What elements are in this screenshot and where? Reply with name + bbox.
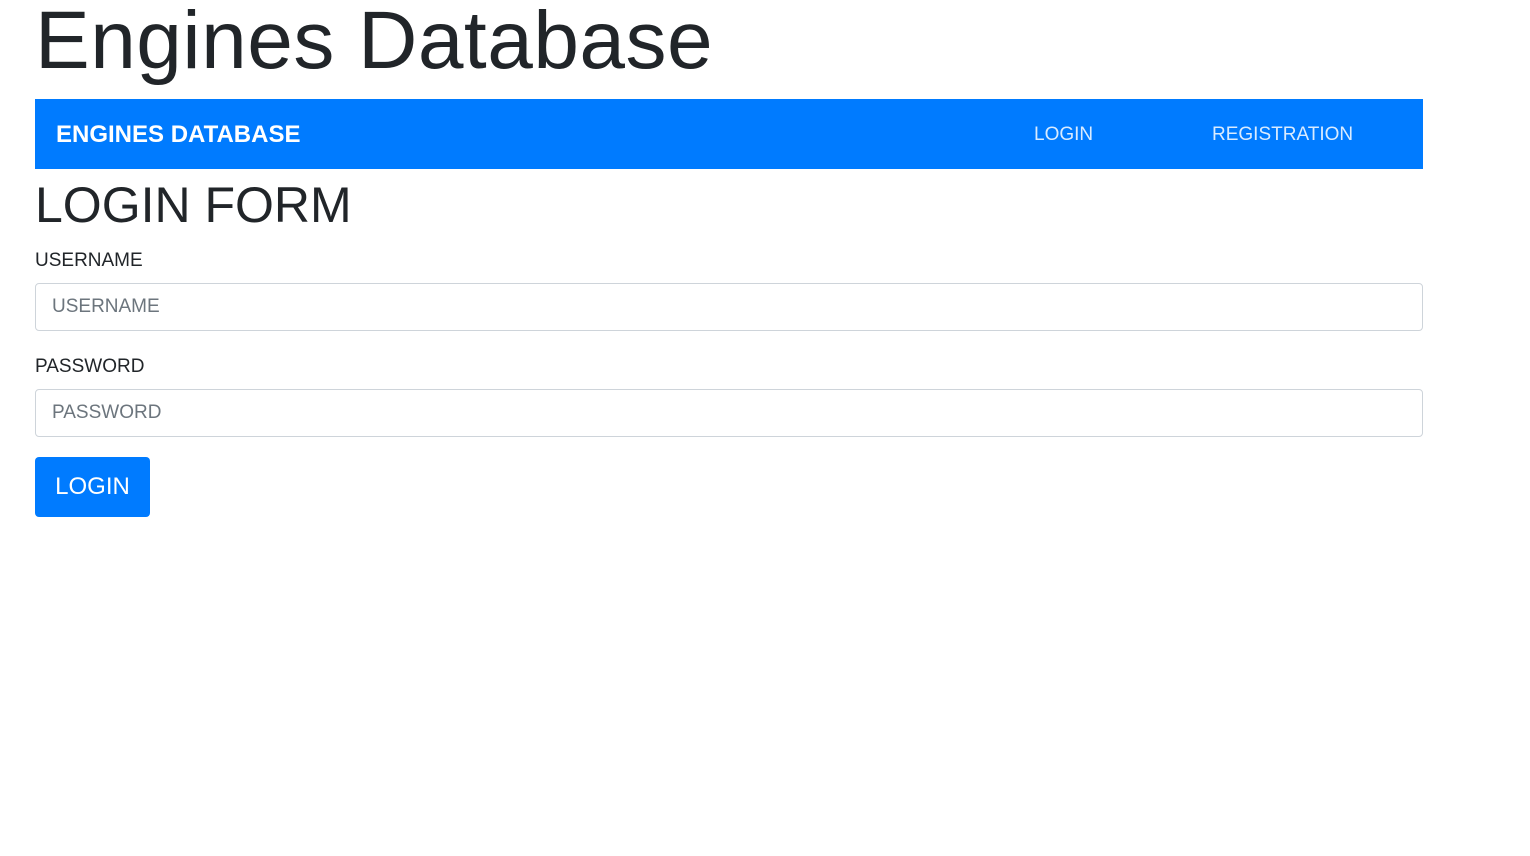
form-title: LOGIN FORM bbox=[35, 177, 352, 233]
nav-link-login[interactable]: LOGIN bbox=[1034, 122, 1093, 148]
password-input[interactable] bbox=[35, 389, 1423, 437]
login-form: LOGIN FORM USERNAME PASSWORD LOGIN bbox=[35, 177, 1423, 517]
username-label: USERNAME bbox=[35, 250, 143, 271]
login-button[interactable]: LOGIN bbox=[35, 457, 150, 517]
page-title: Engines Database bbox=[35, 0, 714, 86]
nav-link-registration[interactable]: REGISTRATION bbox=[1212, 122, 1353, 148]
navbar: ENGINES DATABASE LOGIN REGISTRATION bbox=[35, 99, 1423, 169]
password-label: PASSWORD bbox=[35, 356, 145, 377]
username-input[interactable] bbox=[35, 283, 1423, 331]
navbar-brand[interactable]: ENGINES DATABASE bbox=[56, 120, 300, 150]
page-container: Engines Database ENGINES DATABASE LOGIN … bbox=[35, 0, 1423, 517]
